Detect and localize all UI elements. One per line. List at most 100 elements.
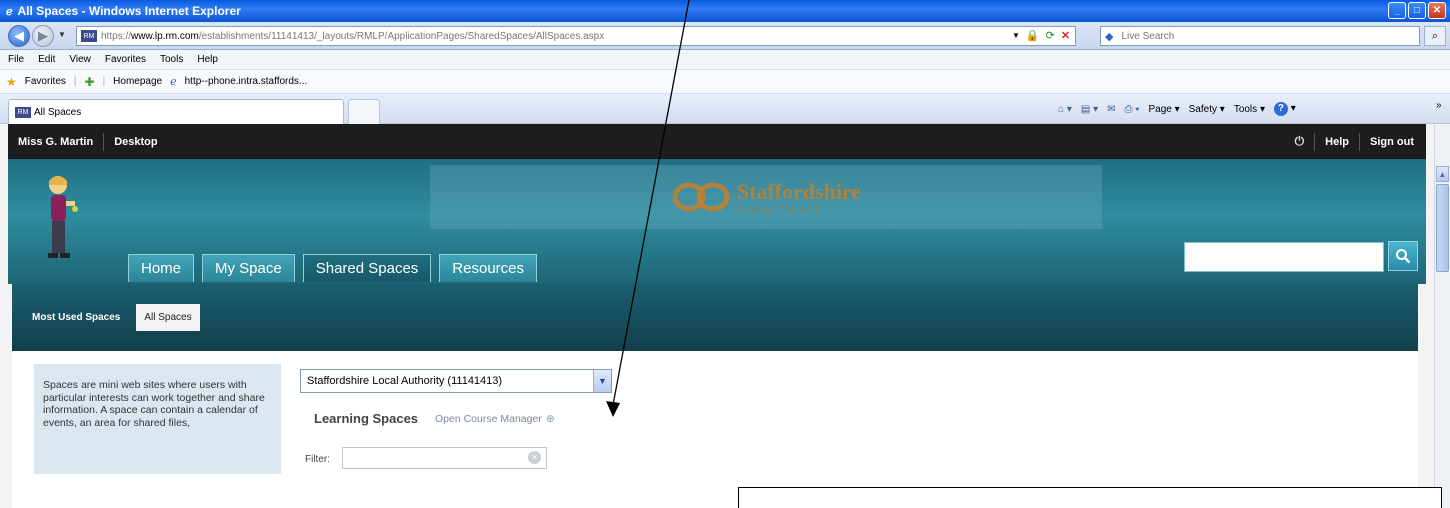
- sub-navigation: Most Used Spaces All Spaces: [12, 284, 1418, 351]
- minimize-button[interactable]: _: [1388, 2, 1406, 19]
- close-button[interactable]: ✕: [1428, 2, 1446, 19]
- external-link-icon: ⊕: [545, 413, 555, 425]
- live-search-box: ◆: [1100, 26, 1420, 46]
- tab-favicon-icon: RM: [15, 106, 31, 118]
- help-link[interactable]: Help: [1325, 136, 1349, 148]
- separator: |: [102, 76, 106, 87]
- page-menu[interactable]: Page ▾: [1148, 104, 1179, 115]
- divider: [1359, 132, 1360, 151]
- divider: [103, 132, 105, 151]
- fav-link-phone[interactable]: http--phone.intra.staffords...: [185, 76, 308, 87]
- menu-help[interactable]: Help: [197, 54, 218, 65]
- chevron-more-icon[interactable]: »: [1436, 100, 1442, 111]
- site-banner: Staffordshire County Council Home My Spa…: [8, 159, 1426, 284]
- learning-spaces-heading: Learning Spaces: [314, 411, 419, 426]
- site-top-bar: Miss G. Martin Desktop ⏻ Help Sign out: [8, 124, 1426, 159]
- address-bar: ◀ ▶ ▼ RM https://www.lp.rm.com/establish…: [0, 22, 1450, 50]
- fav-link-homepage[interactable]: Homepage: [113, 76, 162, 87]
- url-text: https://www.lp.rm.com/establishments/111…: [101, 30, 605, 42]
- site-search-input[interactable]: [1185, 243, 1383, 271]
- spaces-info-box: Spaces are mini web sites where users wi…: [34, 364, 281, 474]
- search-icon: [1396, 249, 1411, 264]
- top-bar-right: ⏻ Help Sign out: [1295, 124, 1414, 159]
- menu-edit[interactable]: Edit: [38, 54, 55, 65]
- add-favorites-icon[interactable]: ✚: [85, 75, 95, 89]
- stop-icon[interactable]: ✕: [1061, 29, 1070, 42]
- maximize-button[interactable]: □: [1408, 2, 1426, 19]
- menu-favorites[interactable]: Favorites: [105, 54, 146, 65]
- menu-tools[interactable]: Tools: [160, 54, 183, 65]
- menu-file[interactable]: File: [8, 54, 24, 65]
- forward-button[interactable]: ▶: [32, 25, 54, 47]
- logo-subtitle: County Council: [736, 204, 819, 216]
- tools-menu[interactable]: Tools ▾: [1234, 104, 1265, 115]
- search-go-button[interactable]: ⌕: [1424, 26, 1446, 46]
- tab-home[interactable]: Home: [128, 254, 195, 282]
- new-tab-button[interactable]: [348, 99, 380, 124]
- chevron-down-icon[interactable]: ▼: [593, 370, 611, 392]
- staffordshire-knot-icon: [672, 182, 730, 212]
- separator: |: [73, 76, 77, 87]
- live-search-icon: ◆: [1105, 30, 1114, 43]
- command-bar: ⌂ ▾ ▤ ▾ ✉ ⎙ ▾ Page ▾ Safety ▾ Tools ▾ ? …: [1058, 102, 1296, 116]
- subnav-most-used-spaces[interactable]: Most Used Spaces: [28, 304, 124, 331]
- logo-name: Staffordshire: [736, 178, 862, 204]
- ie-logo-icon: ℯ: [6, 5, 13, 18]
- divider: [1314, 132, 1316, 151]
- feeds-icon[interactable]: ▤ ▾: [1081, 104, 1098, 115]
- user-name[interactable]: Miss G. Martin: [18, 136, 93, 148]
- page-viewport: Miss G. Martin Desktop ⏻ Help Sign out S…: [0, 124, 1434, 508]
- menu-view[interactable]: View: [69, 54, 91, 65]
- council-logo[interactable]: Staffordshire County Council: [430, 165, 1102, 229]
- filter-input[interactable]: [342, 447, 547, 469]
- favorites-bar: ★ Favorites | ✚ | Homepage ℯ http--phone…: [0, 70, 1450, 94]
- power-icon[interactable]: ⏻: [1295, 134, 1305, 149]
- main-nav: Home My Space Shared Spaces Resources: [128, 254, 537, 282]
- tab-resources[interactable]: Resources: [439, 254, 537, 282]
- site-search-button[interactable]: [1388, 241, 1418, 271]
- safety-menu[interactable]: Safety ▾: [1189, 104, 1225, 115]
- site-search-box: [1184, 242, 1384, 272]
- tab-my-space[interactable]: My Space: [202, 254, 295, 282]
- home-icon[interactable]: ⌂ ▾: [1058, 104, 1072, 115]
- tab-bar: RM All Spaces ⌂ ▾ ▤ ▾ ✉ ⎙ ▾ Page ▾ Safet…: [0, 94, 1450, 124]
- tab-title: All Spaces: [34, 106, 82, 118]
- favorites-star-icon: ★: [6, 74, 17, 89]
- window-titlebar: ℯ All Spaces - Windows Internet Explorer…: [0, 0, 1450, 22]
- annotation-callout-box: [738, 487, 1442, 508]
- history-dropdown-icon[interactable]: ▼: [58, 30, 66, 39]
- lock-icon[interactable]: 🔒: [1026, 29, 1040, 42]
- menu-bar: File Edit View Favorites Tools Help: [0, 50, 1450, 70]
- subnav-all-spaces[interactable]: All Spaces: [136, 304, 200, 331]
- sign-out-link[interactable]: Sign out: [1370, 136, 1414, 148]
- window-controls: _ □ ✕: [1388, 2, 1446, 19]
- authority-select[interactable]: Staffordshire Local Authority (11141413)…: [300, 369, 612, 393]
- url-tools: ▼ 🔒 ⟳ ✕: [1012, 29, 1070, 42]
- info-text: Spaces are mini web sites where users wi…: [43, 379, 265, 429]
- avatar[interactable]: [40, 171, 78, 265]
- clear-filter-icon[interactable]: ✕: [528, 451, 541, 464]
- url-dropdown-icon[interactable]: ▼: [1012, 31, 1020, 40]
- desktop-link[interactable]: Desktop: [114, 136, 157, 148]
- back-button[interactable]: ◀: [8, 25, 30, 47]
- site-favicon-icon: RM: [81, 30, 97, 42]
- help-icon: ?: [1273, 102, 1288, 116]
- authority-select-value: Staffordshire Local Authority (11141413): [307, 375, 503, 387]
- print-icon[interactable]: ⎙ ▾: [1124, 104, 1139, 115]
- scroll-up-icon[interactable]: ▲: [1436, 166, 1449, 182]
- help-menu[interactable]: ? ▾: [1273, 102, 1296, 116]
- open-course-manager-link[interactable]: Open Course Manager ⊕: [435, 413, 555, 425]
- scroll-thumb[interactable]: [1436, 184, 1449, 272]
- main-content: Spaces are mini web sites where users wi…: [12, 351, 1418, 508]
- live-search-input[interactable]: [1119, 29, 1400, 43]
- tab-shared-spaces[interactable]: Shared Spaces: [302, 254, 432, 282]
- ie-page-icon: ℯ: [170, 76, 177, 88]
- window-title: All Spaces - Windows Internet Explorer: [17, 4, 241, 18]
- mail-icon[interactable]: ✉: [1107, 104, 1115, 115]
- url-field[interactable]: RM https://www.lp.rm.com/establishments/…: [76, 26, 1076, 46]
- filter-label: Filter:: [305, 454, 330, 465]
- refresh-icon[interactable]: ⟳: [1046, 29, 1055, 42]
- favorites-button[interactable]: Favorites: [25, 76, 66, 87]
- vertical-scrollbar[interactable]: ▲: [1434, 124, 1450, 508]
- tab-all-spaces[interactable]: RM All Spaces: [8, 99, 344, 124]
